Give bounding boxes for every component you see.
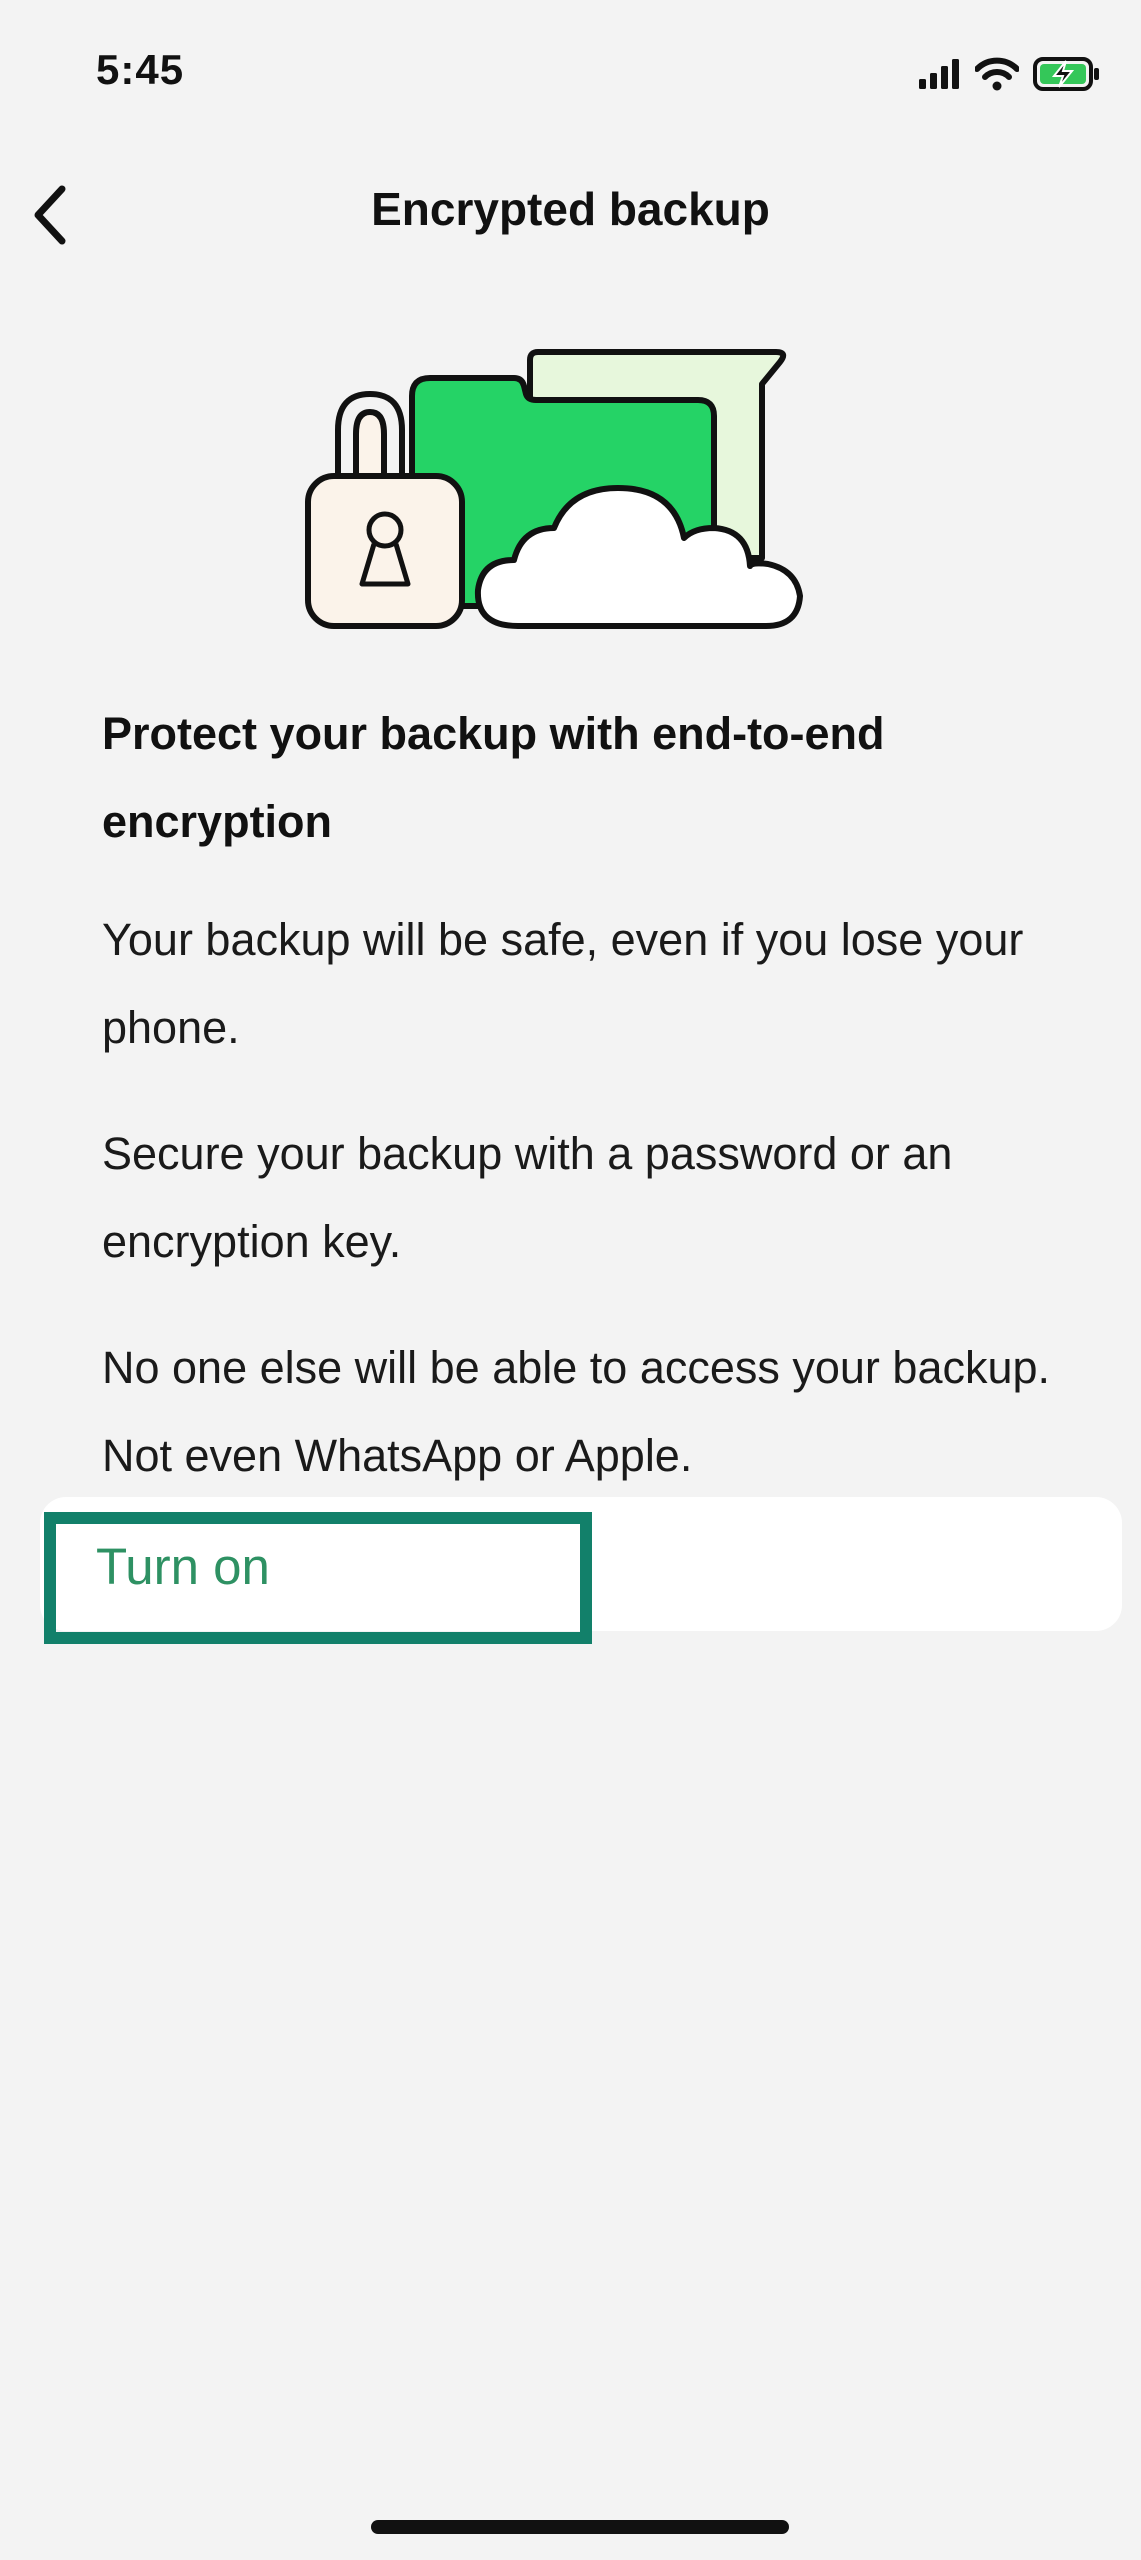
headline: Protect your backup with end-to-end encr… xyxy=(102,708,885,847)
paragraph-secure: Secure your backup with a password or an… xyxy=(102,1128,953,1267)
cellular-signal-icon xyxy=(919,59,959,89)
encrypted-backup-illustration xyxy=(305,349,803,629)
turn-on-button[interactable]: Turn on xyxy=(40,1497,1122,1631)
status-bar: 5:45 xyxy=(0,0,1141,150)
main-content: Protect your backup with end-to-end encr… xyxy=(102,690,1062,1538)
home-indicator xyxy=(371,2520,789,2534)
status-icons xyxy=(919,54,1101,94)
battery-charging-icon xyxy=(1033,57,1099,91)
turn-on-label: Turn on xyxy=(96,1538,270,1595)
page-title: Encrypted backup xyxy=(371,183,770,235)
nav-bar: Encrypted backup xyxy=(0,160,1141,270)
paragraph-no-access: No one else will be able to access your … xyxy=(102,1342,1051,1481)
wifi-icon xyxy=(975,57,1019,91)
paragraph-safe: Your backup will be safe, even if you lo… xyxy=(102,914,1024,1053)
status-time: 5:45 xyxy=(96,46,185,93)
